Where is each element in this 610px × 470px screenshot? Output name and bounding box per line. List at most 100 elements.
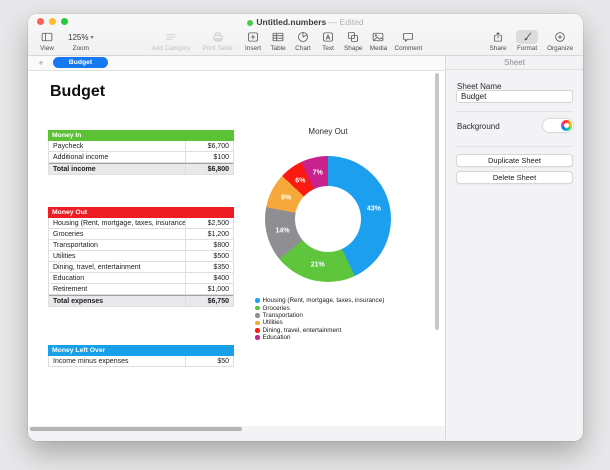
chart-button[interactable]: Chart (294, 30, 312, 52)
table-header-cell[interactable]: Money Out (48, 207, 234, 218)
text-button[interactable]: Text (319, 30, 337, 52)
table-row[interactable]: Transportation$800 (49, 240, 233, 251)
row-label-cell[interactable]: Total income (49, 164, 185, 174)
legend-label: Transportation (263, 312, 303, 319)
row-label-cell[interactable]: Dining, travel, entertainment (49, 262, 185, 272)
slice-percent-label: 21% (311, 261, 325, 268)
table-money-in[interactable]: Money InPaycheck$6,700Additional income$… (48, 130, 234, 175)
legend-item: Utilities (255, 319, 384, 326)
table-total-row[interactable]: Total income$6,800 (49, 163, 233, 175)
row-label-cell[interactable]: Housing (Rent, mortgage, taxes, insuranc… (49, 218, 185, 228)
table-header-cell[interactable]: Money In (48, 130, 234, 141)
background-color-toggle[interactable] (543, 119, 573, 132)
list-lines-icon (165, 30, 177, 44)
row-value-cell[interactable]: $350 (185, 262, 233, 272)
sidebar-panels-icon (41, 30, 53, 44)
edited-status: — Edited (326, 17, 363, 27)
legend-item: Transportation (255, 312, 384, 319)
table-row[interactable]: Housing (Rent, mortgage, taxes, insuranc… (49, 218, 233, 229)
row-label-cell[interactable]: Groceries (49, 229, 185, 239)
view-button[interactable]: View (38, 30, 56, 52)
slice-percent-label: 14% (275, 227, 289, 234)
donut-hole (295, 186, 361, 252)
shape-button[interactable]: Shape (344, 30, 362, 52)
table-row[interactable]: Education$400 (49, 273, 233, 284)
add-sheet-button[interactable]: + (36, 58, 46, 68)
divider (456, 146, 573, 147)
row-label-cell[interactable]: Retirement (49, 284, 185, 294)
delete-sheet-button[interactable]: Delete Sheet (456, 171, 573, 184)
row-value-cell[interactable]: $1,000 (185, 284, 233, 294)
legend-color-dot-icon (255, 313, 260, 318)
row-label-cell[interactable]: Total expenses (49, 296, 185, 306)
media-button[interactable]: Media (369, 30, 387, 52)
legend-label: Housing (Rent, mortgage, taxes, insuranc… (263, 297, 385, 304)
insert-plus-icon (247, 30, 259, 44)
window-title: Untitled.numbers — Edited (28, 17, 583, 27)
chart-legend: Housing (Rent, mortgage, taxes, insuranc… (255, 297, 384, 341)
row-value-cell[interactable]: $400 (185, 273, 233, 283)
row-value-cell[interactable]: $2,500 (185, 218, 233, 228)
sheet-tab-budget[interactable]: Budget (53, 57, 108, 68)
zoom-level-value: 125% (68, 33, 88, 42)
window-chrome: Untitled.numbers — Edited View 125%▾ Zoo… (28, 14, 583, 56)
duplicate-sheet-button[interactable]: Duplicate Sheet (456, 154, 573, 167)
row-value-cell[interactable]: $6,700 (185, 141, 233, 151)
row-label-cell[interactable]: Income minus expenses (49, 356, 185, 366)
comment-bubble-icon (402, 30, 414, 44)
color-wheel-icon (561, 120, 572, 131)
organize-button[interactable]: Organize (547, 30, 573, 52)
legend-color-dot-icon (255, 298, 260, 303)
table-money-out[interactable]: Money OutHousing (Rent, mortgage, taxes,… (48, 207, 234, 307)
table-button[interactable]: Table (269, 30, 287, 52)
chart-title: Money Out (255, 127, 401, 136)
sheet-canvas[interactable]: Budget Money InPaycheck$6,700Additional … (28, 71, 445, 426)
table-row[interactable]: Additional income$100 (49, 152, 233, 163)
legend-color-dot-icon (255, 335, 260, 340)
table-money-left-over[interactable]: Money Left OverIncome minus expenses$50 (48, 345, 234, 367)
row-value-cell[interactable]: $100 (185, 152, 233, 162)
table-row[interactable]: Groceries$1,200 (49, 229, 233, 240)
legend-color-dot-icon (255, 321, 260, 326)
row-label-cell[interactable]: Transportation (49, 240, 185, 250)
row-value-cell[interactable]: $6,800 (185, 164, 233, 174)
shapes-icon (347, 30, 359, 44)
row-value-cell[interactable]: $800 (185, 240, 233, 250)
table-row[interactable]: Utilities$500 (49, 251, 233, 262)
format-button[interactable]: Format (516, 30, 538, 52)
table-total-row[interactable]: Total expenses$6,750 (49, 295, 233, 307)
row-label-cell[interactable]: Education (49, 273, 185, 283)
table-row[interactable]: Dining, travel, entertainment$350 (49, 262, 233, 273)
printer-icon (212, 30, 224, 44)
sheet-tab-bar: + Budget (28, 56, 445, 71)
table-row[interactable]: Paycheck$6,700 (49, 141, 233, 152)
comment-button[interactable]: Comment (394, 30, 422, 52)
toolbar: View 125%▾ Zoom Add Category Print Table (28, 28, 583, 56)
horizontal-scrollbar[interactable] (30, 427, 242, 431)
chevron-down-icon: ▾ (90, 34, 93, 41)
canvas-bottom-strip (28, 426, 445, 441)
vertical-scrollbar[interactable] (435, 73, 439, 330)
row-value-cell[interactable]: $50 (185, 356, 233, 366)
share-button[interactable]: Share (489, 30, 507, 52)
row-label-cell[interactable]: Additional income (49, 152, 185, 162)
legend-label: Groceries (263, 305, 290, 312)
row-label-cell[interactable]: Utilities (49, 251, 185, 261)
photo-icon (372, 30, 384, 44)
table-header-cell[interactable]: Money Left Over (48, 345, 234, 356)
table-row[interactable]: Retirement$1,000 (49, 284, 233, 295)
insert-button[interactable]: Insert (244, 30, 262, 52)
row-value-cell[interactable]: $500 (185, 251, 233, 261)
table-row[interactable]: Income minus expenses$50 (49, 356, 233, 367)
legend-color-dot-icon (255, 306, 260, 311)
row-label-cell[interactable]: Paycheck (49, 141, 185, 151)
donut-chart[interactable] (265, 156, 391, 282)
row-value-cell[interactable]: $6,750 (185, 296, 233, 306)
numbers-doc-icon (247, 20, 253, 26)
share-icon (492, 30, 504, 44)
zoom-control[interactable]: 125%▾ Zoom (68, 30, 93, 52)
row-value-cell[interactable]: $1,200 (185, 229, 233, 239)
sheet-name-input[interactable] (456, 90, 573, 103)
sidebar-panel-title: Sheet (446, 56, 583, 70)
slice-percent-label: 6% (295, 177, 305, 184)
